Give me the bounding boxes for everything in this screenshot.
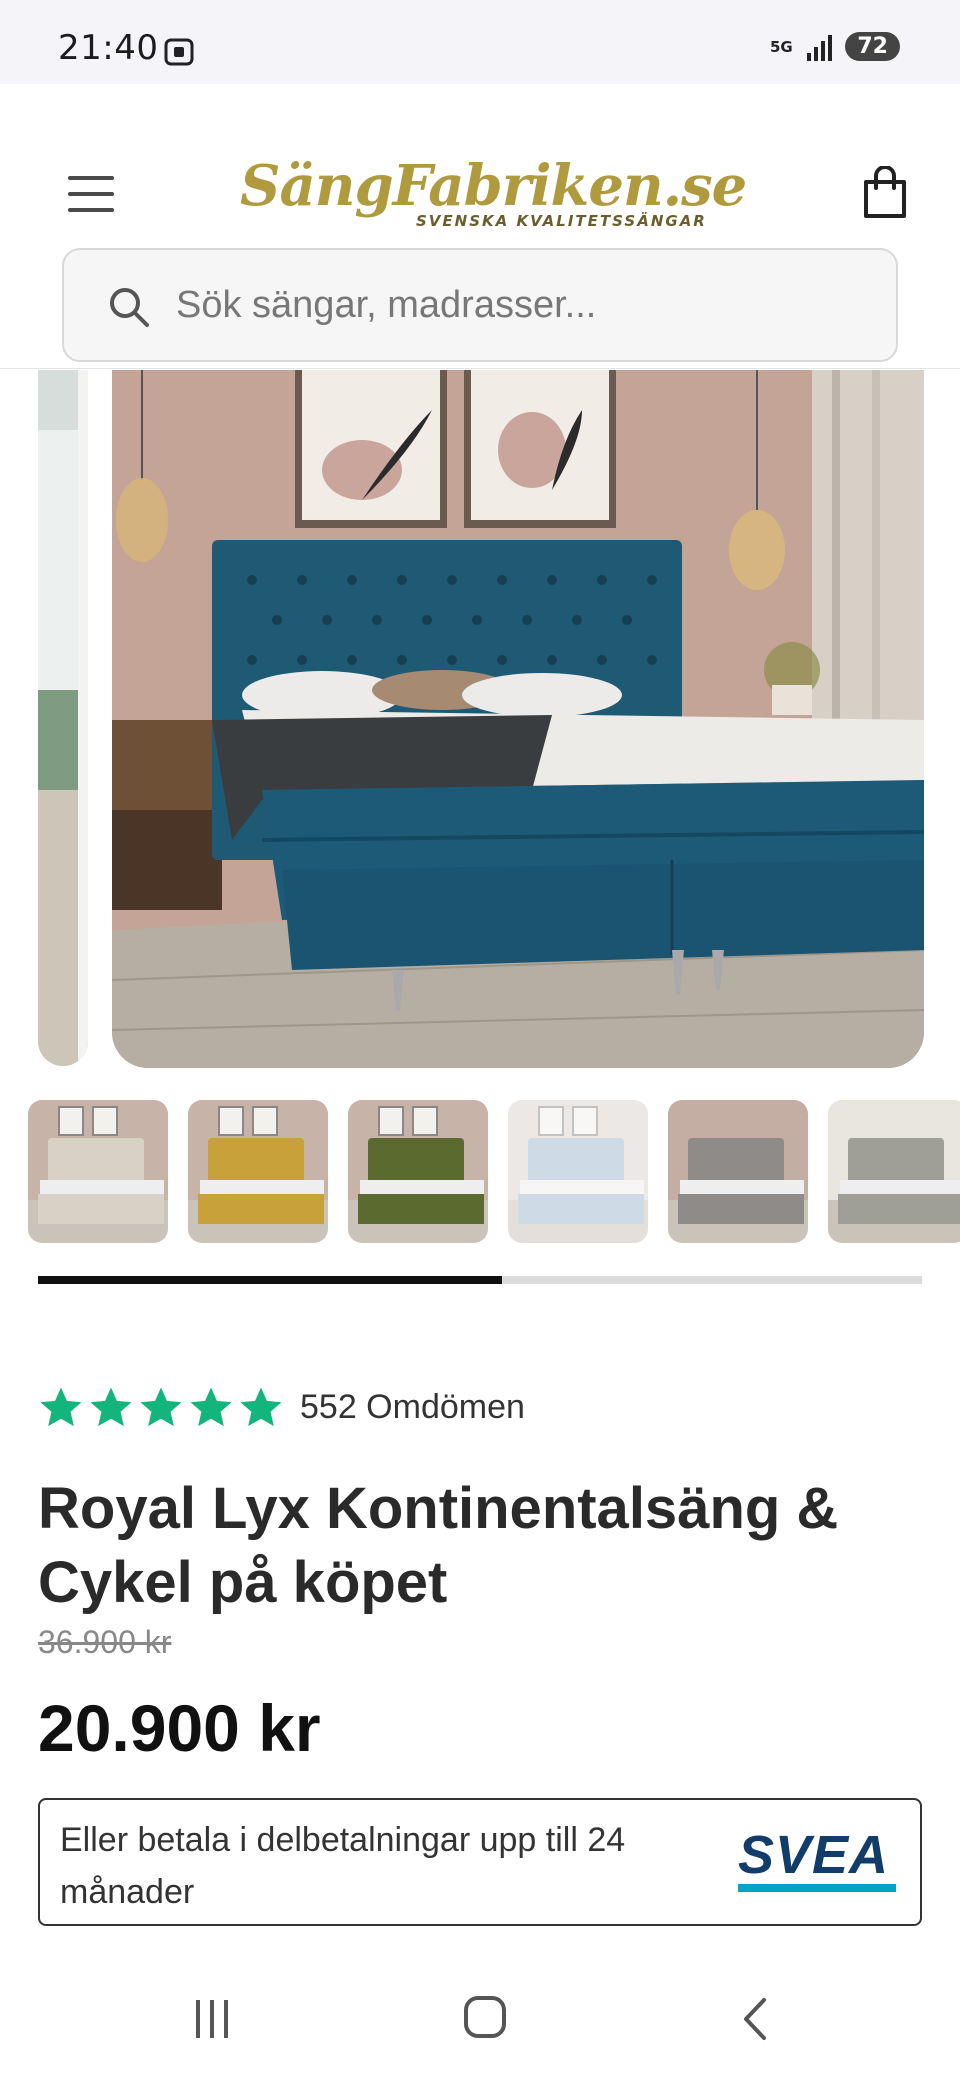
logo-tagline: SVENSKA KVALITETSSÄNGAR	[416, 212, 707, 230]
screen-record-icon	[164, 38, 194, 66]
star-icon	[90, 1387, 132, 1427]
star-icon	[240, 1387, 282, 1427]
original-price: 36.900 kr	[38, 1624, 172, 1660]
search-bar[interactable]: Sök sängar, madrasser...	[62, 248, 898, 362]
shopping-bag-icon[interactable]	[862, 166, 908, 220]
product-gallery[interactable]	[0, 370, 960, 1070]
site-logo[interactable]: SängFabriken.se SVENSKA KVALITETSSÄNGAR	[240, 153, 747, 244]
thumbnail-beige[interactable]	[28, 1100, 168, 1243]
thumbnail-green[interactable]	[348, 1100, 488, 1243]
sale-price: 20.900 kr	[38, 1691, 321, 1765]
logo-text: SängFabriken.se	[240, 153, 747, 219]
recents-icon[interactable]	[196, 2000, 238, 2038]
gallery-scroll-progress	[38, 1276, 922, 1284]
thumbnail-strip[interactable]	[0, 1100, 960, 1245]
search-icon	[110, 288, 149, 327]
reviews-count[interactable]: 552 Omdömen	[300, 1388, 525, 1427]
search-input[interactable]: Sök sängar, madrasser...	[176, 284, 596, 327]
financing-banner[interactable]: Eller betala i delbetalningar upp till 2…	[38, 1798, 922, 1926]
rating-stars	[38, 1384, 288, 1430]
svea-logo-text: SVEA	[738, 1825, 890, 1885]
thumbnail-yellow[interactable]	[188, 1100, 328, 1243]
signal-icon	[807, 34, 833, 61]
star-icon	[190, 1387, 232, 1427]
svea-logo: SVEA	[738, 1828, 898, 1892]
network-type-icon: 5G	[770, 37, 793, 56]
previous-slide-image[interactable]	[38, 370, 88, 1066]
status-bar: 21:40 5G 72	[0, 0, 960, 84]
gallery-scroll-progress-fill	[38, 1276, 503, 1284]
thumbnail-light-blue[interactable]	[508, 1100, 648, 1243]
system-navigation-bar	[0, 1960, 960, 2080]
hamburger-menu-icon[interactable]	[68, 176, 114, 212]
back-icon[interactable]	[738, 1996, 772, 2042]
product-rating[interactable]: 552 Omdömen	[38, 1382, 525, 1432]
home-icon[interactable]	[464, 1996, 506, 2038]
star-icon	[40, 1387, 82, 1427]
product-title: Royal Lyx Kontinentalsäng & Cykel på köp…	[38, 1476, 839, 1615]
status-time: 21:40	[58, 28, 159, 68]
star-icon	[140, 1387, 182, 1427]
battery-icon: 72	[845, 32, 910, 61]
main-product-image[interactable]	[112, 370, 924, 1068]
site-header: SängFabriken.se SVENSKA KVALITETSSÄNGAR …	[0, 84, 960, 369]
thumbnail-room[interactable]	[828, 1100, 960, 1243]
thumbnail-grey[interactable]	[668, 1100, 808, 1243]
financing-text: Eller betala i delbetalningar upp till 2…	[60, 1821, 626, 1911]
